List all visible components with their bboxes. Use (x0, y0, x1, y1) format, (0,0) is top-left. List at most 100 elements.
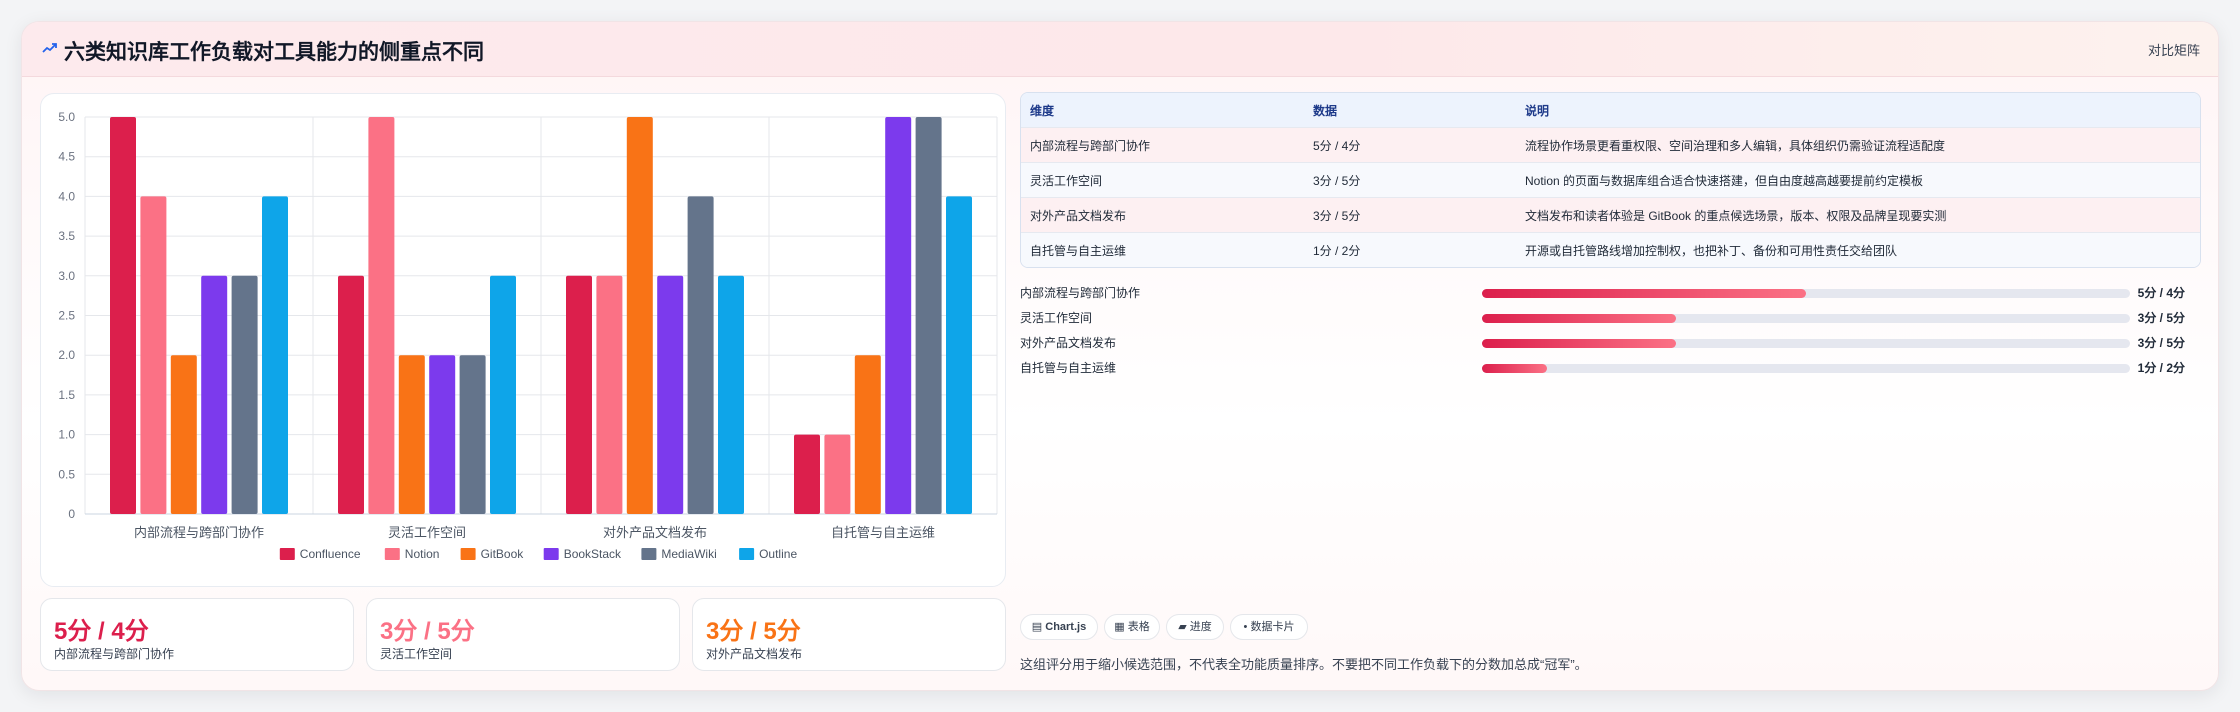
progress-row: 灵活工作空间 3分 / 5分 (1020, 303, 2200, 328)
dot-icon: • (1243, 621, 1248, 633)
table-cell-dimension: 灵活工作空间 (1030, 173, 1103, 188)
y-tick-label: 0.5 (58, 467, 75, 481)
chip-label: 进度 (1189, 621, 1212, 633)
chip-progress[interactable]: ▰ 进度 (1166, 614, 1224, 640)
progress-track (1482, 339, 2130, 348)
progress-value: 5分 / 4分 (2137, 286, 2185, 300)
table-cell-data: 3分 / 5分 (1313, 173, 1361, 188)
legend-swatch (460, 548, 476, 560)
x-tick-label: 内部流程与跨部门协作 (134, 525, 264, 540)
bar (854, 355, 881, 514)
card-header: 六类知识库工作负载对工具能力的侧重点不同 对比矩阵 (22, 22, 2218, 77)
x-tick-label: 自托管与自主运维 (831, 525, 935, 540)
table-cell-data: 5分 / 4分 (1313, 138, 1361, 153)
legend-swatch (384, 548, 400, 560)
legend-label: Notion (405, 547, 440, 561)
progress-label: 自托管与自主运维 (1020, 361, 1117, 375)
progress-fill (1482, 289, 1806, 298)
progress-row: 对外产品文档发布 3分 / 5分 (1020, 328, 2200, 353)
kpi-value: 5分 / 4分 (54, 618, 149, 645)
chip-table[interactable]: ▦ 表格 (1104, 614, 1160, 640)
chip-label: 数据卡片 (1250, 621, 1295, 633)
table-row: 灵活工作空间 3分 / 5分 Notion 的页面与数据库组合适合快速搭建，但自… (1021, 162, 2200, 197)
bar (262, 196, 288, 514)
chip-chartjs[interactable]: ▤ Chart.js (1020, 614, 1098, 640)
table-header-row: 维度 数据 说明 (1021, 93, 2200, 127)
bar (915, 117, 942, 514)
chip-data-card[interactable]: • 数据卡片 (1230, 614, 1308, 640)
kpi-card: 3分 / 5分 对外产品文档发布 (692, 598, 1006, 671)
kpi-card: 3分 / 5分 灵活工作空间 (366, 598, 680, 671)
table-header-dimension: 维度 (1030, 103, 1055, 118)
bar (368, 117, 395, 514)
y-tick-label: 4.5 (58, 150, 75, 164)
bar (794, 434, 820, 514)
progress-fill (1482, 314, 1677, 323)
table-row: 自托管与自主运维 1分 / 2分 开源或自托管路线增加控制权，也把补丁、备份和可… (1021, 232, 2200, 267)
progress-label: 内部流程与跨部门协作 (1020, 286, 1141, 300)
bar (718, 275, 744, 514)
y-tick-label: 5.0 (58, 110, 75, 124)
bar (885, 117, 912, 514)
progress-icon: ▰ (1178, 621, 1187, 633)
progress-track (1482, 314, 2130, 323)
table-cell-description: 流程协作场景更看重权限、空间治理和多人编辑，具体组织仍需验证流程适配度 (1525, 138, 1946, 153)
kpi-label: 内部流程与跨部门协作 (54, 647, 175, 661)
legend-swatch (641, 548, 657, 560)
bar-chart-svg: 0 0.5 1.0 1.5 2.0 2.5 3.0 3.5 4.0 4.5 5.0 内部流程与跨部门协… (58, 110, 998, 561)
bar (110, 117, 136, 514)
table-cell-data: 3分 / 5分 (1313, 208, 1361, 223)
chip-label: 表格 (1127, 621, 1150, 633)
progress-track (1482, 289, 2130, 298)
kpi-label: 对外产品文档发布 (706, 647, 803, 661)
bar (338, 275, 364, 514)
y-tick-label: 4.0 (58, 189, 75, 203)
comparison-table: 维度 数据 说明 内部流程与跨部门协作 5分 / 4分 流程协作场景更看重权限、… (1020, 92, 2201, 268)
kpi-card: 5分 / 4分 内部流程与跨部门协作 (40, 598, 354, 671)
y-tick-label: 2.0 (58, 348, 75, 362)
progress-value: 1分 / 2分 (2137, 361, 2185, 375)
bar (596, 275, 623, 514)
legend-label: GitBook (481, 547, 525, 561)
progress-value: 3分 / 5分 (2137, 311, 2185, 325)
progress-row: 自托管与自主运维 1分 / 2分 (1020, 353, 2200, 378)
table-cell-dimension: 内部流程与跨部门协作 (1030, 138, 1151, 153)
chart-line-icon (42, 43, 57, 53)
progress-label: 灵活工作空间 (1020, 311, 1093, 325)
legend-label: BookStack (564, 547, 622, 561)
bar (824, 434, 851, 514)
x-tick-label: 灵活工作空间 (388, 525, 466, 540)
y-tick-label: 2.5 (58, 309, 75, 323)
compare-matrix-link[interactable]: 对比矩阵 (2148, 40, 2200, 59)
progress-row: 内部流程与跨部门协作 5分 / 4分 (1020, 278, 2200, 303)
bar (946, 196, 972, 514)
legend-label: MediaWiki (661, 547, 716, 561)
table-cell-dimension: 对外产品文档发布 (1030, 208, 1127, 223)
progress-track (1482, 364, 2130, 373)
bar (140, 196, 167, 514)
bar (626, 117, 653, 514)
table-cell-description: 开源或自托管路线增加控制权，也把补丁、备份和可用性责任交给团队 (1525, 243, 1898, 258)
progress-list: 内部流程与跨部门协作 5分 / 4分 灵活工作空间 3分 / 5分 对外产品文档… (1020, 278, 2200, 378)
table-cell-description: Notion 的页面与数据库组合适合快速搭建，但自由度越高越要提前约定模板 (1525, 173, 1924, 188)
comparison-card: 六类知识库工作负载对工具能力的侧重点不同 对比矩阵 0 0.5 1.0 1.5 2.0 2… (21, 21, 2219, 691)
legend-swatch (279, 548, 295, 560)
bar (566, 275, 592, 514)
y-tick-label: 0 (68, 507, 75, 521)
kpi-value: 3分 / 5分 (706, 618, 801, 645)
bar (459, 355, 486, 514)
table-icon: ▦ (1114, 621, 1125, 633)
bar-chart: 0 0.5 1.0 1.5 2.0 2.5 3.0 3.5 4.0 4.5 5.0 内部流程与跨部门协… (40, 93, 1006, 587)
progress-label: 对外产品文档发布 (1020, 336, 1117, 350)
table-row: 内部流程与跨部门协作 5分 / 4分 流程协作场景更看重权限、空间治理和多人编辑… (1021, 127, 2200, 162)
legend-label: Outline (759, 547, 797, 561)
card-title: 六类知识库工作负载对工具能力的侧重点不同 (64, 41, 484, 64)
bar (687, 196, 714, 514)
y-tick-label: 3.5 (58, 229, 75, 243)
table-cell-description: 文档发布和读者体验是 GitBook 的重点候选场景，版本、权限及品牌呈现要实测 (1525, 208, 1947, 223)
chart-icon: ▤ (1031, 621, 1043, 633)
legend-label: Confluence (300, 547, 361, 561)
progress-fill (1482, 364, 1547, 373)
table-cell-dimension: 自托管与自主运维 (1030, 243, 1127, 258)
kpi-value: 3分 / 5分 (380, 618, 475, 645)
